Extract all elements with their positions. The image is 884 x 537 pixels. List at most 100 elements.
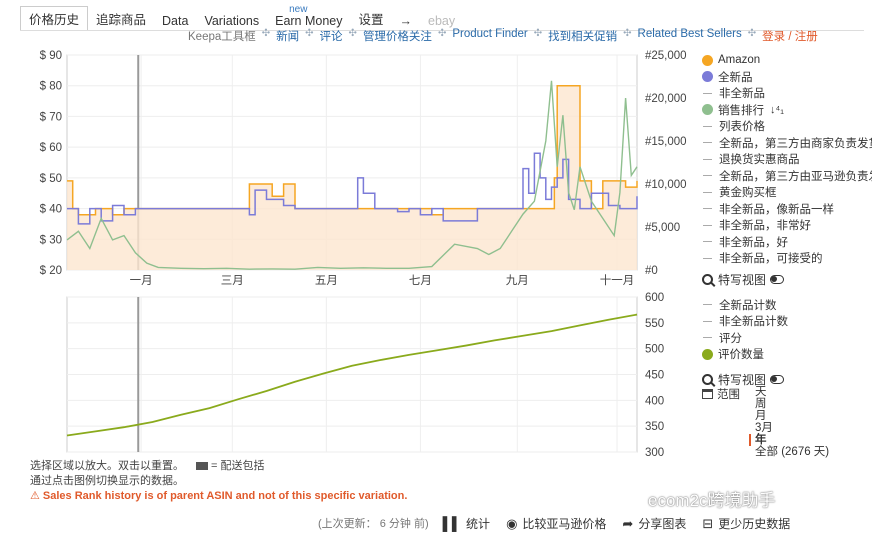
truck-icon (196, 462, 208, 471)
share-icon: ➦ (622, 515, 634, 531)
legend-label: 全新品计数 (719, 299, 777, 312)
legend-label: 评价数量 (718, 349, 764, 362)
legend-dash-icon (703, 257, 712, 259)
legend-dash-icon (703, 158, 712, 160)
range-options: 天周月 3月年全部 (2676 天) (749, 386, 829, 458)
chart1-y-right-tick: #20,000 (645, 93, 687, 105)
watermark: ecom2c跨境助手 (648, 491, 776, 510)
legend-item[interactable]: 非全新品计数 (702, 313, 872, 330)
chart1-x-tick: 三月 (221, 275, 244, 287)
magnifier-icon (702, 374, 713, 385)
range-option[interactable]: 年 (749, 434, 829, 446)
share-chart-button[interactable]: ➦ 分享图表 (622, 515, 686, 532)
legend-item[interactable]: 退换货实惠商品 (702, 151, 872, 168)
chart1-y-left-tick: $ 20 (40, 265, 62, 277)
legend-label: 非全新品 (719, 88, 765, 101)
legend-item[interactable]: 黄金购买框 (702, 184, 872, 201)
legend-label: 全新品，第三方由亚马逊负责发货 (719, 170, 872, 183)
legend-item[interactable]: 全新品，第三方由亚马逊负责发货 (702, 168, 872, 185)
legend-item[interactable]: 非全新品，非常好 (702, 217, 872, 234)
toggle-switch-icon (770, 275, 785, 284)
range-option[interactable]: 全部 (2676 天) (755, 446, 829, 458)
legend-item[interactable]: Amazon (702, 52, 872, 69)
range-option[interactable]: 周 (755, 398, 829, 410)
chart2-y-tick: 350 (645, 421, 664, 433)
chart1-y-right-tick: #25,000 (645, 50, 687, 62)
legend-label: 退换货实惠商品 (719, 154, 800, 167)
legend-dash-icon (703, 241, 712, 243)
chart1-y-left-tick: $ 80 (40, 81, 62, 93)
stats-label: 统计 (466, 517, 491, 531)
less-history-button[interactable]: ⊟ 更少历史数据 (702, 515, 790, 532)
legend-label: 全新品 (718, 71, 753, 84)
legend-item[interactable]: 评价数量 (702, 346, 872, 363)
legend-dash-icon (703, 224, 712, 226)
legend-item[interactable]: 非全新品，可接受的 (702, 250, 872, 267)
sort-order-icon[interactable]: ↓⁴₁ (770, 104, 784, 116)
chart1-x-tick: 十一月 (600, 273, 635, 287)
chart2-y-tick: 300 (645, 447, 664, 459)
zoom-hint: 选择区域以放大。双击以重置。 (30, 460, 184, 472)
chart2-y-tick: 400 (645, 395, 664, 407)
compare-prices-button[interactable]: ◉ 比较亚马逊价格 (506, 515, 606, 532)
shipping-hint: = 配送包括 (211, 460, 265, 472)
range-selector: 范围 天周月 3月年全部 (2676 天) (702, 386, 829, 458)
magnifier-icon (702, 274, 713, 285)
legend-label: 非全新品计数 (719, 316, 788, 329)
legend-dash-icon (703, 191, 712, 193)
chart1-x-tick: 五月 (315, 275, 338, 287)
zoom-view-toggle[interactable]: 特写视图 (702, 271, 872, 289)
chart1-y-left-tick: $ 30 (40, 234, 62, 246)
legend-item[interactable]: 列表价格 (702, 118, 872, 135)
chart1-y-left-tick: $ 40 (40, 204, 62, 216)
legend-dot-icon (702, 54, 713, 66)
bar-chart-icon: ▌▌ (442, 516, 462, 531)
legend-label: 非全新品，可接受的 (719, 253, 823, 266)
legend-item[interactable]: 销售排行 ↓⁴₁ (702, 102, 872, 119)
legend-item[interactable]: 全新品 (702, 69, 872, 86)
stats-button[interactable]: ▌▌ 统计 (443, 515, 490, 532)
chart2-y-tick: 550 (645, 318, 664, 330)
range-option[interactable]: 月 (755, 410, 829, 422)
compare-label: 比较亚马逊价格 (522, 517, 607, 531)
bottom-actions: (上次更新： 6 分钟 前) ▌▌ 统计 ◉ 比较亚马逊价格 ➦ 分享图表 ⊟ 更少历史… (318, 515, 806, 532)
calendar-icon (702, 389, 713, 399)
legend-dot-icon (702, 71, 713, 83)
chart1-y-right-tick: #10,000 (645, 179, 687, 191)
less-label: 更少历史数据 (718, 517, 791, 531)
legend-dash-icon (703, 125, 712, 127)
chart1-y-left-tick: $ 50 (40, 173, 62, 185)
legend-label: 销售排行 (718, 104, 764, 117)
zoom-view-label: 特写视图 (718, 273, 767, 287)
legend-item[interactable]: 非全新品 (702, 85, 872, 102)
legend-label: 黄金购买框 (719, 187, 777, 200)
chart1-x-tick: 一月 (130, 275, 153, 287)
legend-dash-icon (703, 320, 712, 322)
legend-item[interactable]: 非全新品，好 (702, 234, 872, 251)
legend-item[interactable]: 评分 (702, 330, 872, 347)
chart1-y-left-tick: $ 70 (40, 111, 62, 123)
chart2-y-tick: 500 (645, 344, 664, 356)
legend-dot-icon (702, 104, 713, 116)
legend-item[interactable]: 全新品计数 (702, 297, 872, 314)
chart1-y-left-tick: $ 90 (40, 50, 62, 62)
legend-dash-icon (703, 304, 712, 306)
legend-dash-icon (703, 142, 712, 144)
sales-rank-warning: ⚠ Sales Rank history is of parent ASIN a… (30, 490, 408, 502)
legend-label: 非全新品，好 (719, 236, 788, 249)
chart1-x-tick: 七月 (409, 274, 432, 287)
chart-notes: 选择区域以放大。双击以重置。 = 配送包括 通过点击图例切换显示的数据。 ⚠ Sa… (30, 459, 407, 504)
legend-label: 非全新品，像新品一样 (719, 203, 834, 216)
range-option[interactable]: 3月 (755, 422, 829, 434)
chart1-y-right-tick: #0 (645, 265, 658, 277)
minus-square-icon: ⊟ (702, 515, 714, 531)
chart1-y-right-tick: #15,000 (645, 136, 687, 148)
legend-item[interactable]: 全新品，第三方由商家负责发货 (702, 135, 872, 152)
range-option[interactable]: 天 (755, 386, 829, 398)
legend-dash-icon (703, 92, 712, 94)
toggle-switch-icon (770, 375, 785, 384)
legend-item[interactable]: 非全新品，像新品一样 (702, 201, 872, 218)
legend-dash-icon (703, 208, 712, 210)
chart2-y-tick: 450 (645, 370, 664, 382)
legend-dot-icon (702, 348, 713, 360)
